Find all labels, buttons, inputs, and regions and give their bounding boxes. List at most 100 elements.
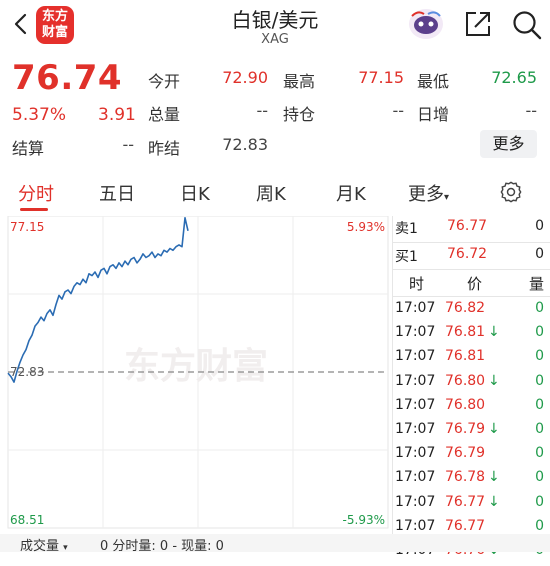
tick-down-arrow-icon: ↓ <box>488 493 500 510</box>
tick-time: 17:07 <box>395 517 436 534</box>
tick-price: 76.82 <box>445 300 486 316</box>
tick-price: 76.79 <box>445 421 486 437</box>
tick-qty: 0 <box>535 396 544 413</box>
tick-row: 17:07 76.81 0 <box>393 348 550 372</box>
tick-qty: 0 <box>535 517 544 534</box>
tick-price: 76.79 <box>445 445 486 462</box>
tick-price: 76.77 <box>445 517 486 534</box>
chart-watermark: 东方财富 <box>124 345 268 387</box>
tick-row: 17:07 76.79 0 <box>393 445 550 469</box>
tick-time: 17:07 <box>395 396 436 413</box>
bid-label: 买1 <box>395 249 418 265</box>
tick-qty: 0 <box>535 469 544 486</box>
divider <box>393 296 550 297</box>
change-amount: 3.91 <box>98 105 136 125</box>
assistant-avatar-icon[interactable] <box>408 8 444 40</box>
search-icon[interactable] <box>512 10 542 40</box>
tick-time: 17:07 <box>395 372 436 389</box>
tick-price: 76.78 <box>445 469 486 486</box>
volume-value: -- <box>256 101 268 120</box>
intraday-chart[interactable]: 东方财富 77.15 5.93% 72.83 68.51 -5.93% <box>0 216 392 542</box>
tick-row: 17:07 76.79 ↓ 0 <box>393 421 550 445</box>
tick-qty: 0 <box>535 324 544 341</box>
tick-row: 17:07 76.80 ↓ 0 <box>393 373 550 397</box>
daily-increase-label: 日增 <box>417 105 450 124</box>
low-value: 72.65 <box>491 68 537 87</box>
tab-intraday[interactable]: 分时 <box>18 180 54 206</box>
tick-qty: 0 <box>535 300 544 316</box>
indicator-values: 0 分时量: 0 - 现量: 0 <box>100 539 224 554</box>
share-icon[interactable] <box>464 10 492 38</box>
more-details-button[interactable]: 更多 <box>480 130 537 158</box>
tick-price: 76.81 <box>445 348 486 365</box>
tick-down-arrow-icon: ↓ <box>488 421 500 437</box>
bid-price: 76.72 <box>447 246 488 262</box>
bid-volume: 0 <box>535 246 544 262</box>
high-label: 最高 <box>283 72 316 91</box>
volume-indicator-select[interactable]: 成交量 ▾ <box>20 535 68 554</box>
tick-qty: 0 <box>535 372 544 389</box>
open-label: 今开 <box>148 72 181 91</box>
divider <box>393 269 550 270</box>
tick-qty: 0 <box>535 445 544 462</box>
tick-price: 76.81 <box>445 324 486 341</box>
tab-more[interactable]: 更多▾ <box>408 180 449 206</box>
y-axis-min-label: 68.51 <box>10 513 44 527</box>
tab-daily-k[interactable]: 日K <box>180 180 210 206</box>
tick-row: 17:07 76.77 ↓ 0 <box>393 494 550 518</box>
tick-qty: 0 <box>535 421 544 437</box>
tick-time: 17:07 <box>395 300 436 316</box>
y-axis-ref-label: 72.83 <box>10 365 44 379</box>
tab-weekly-k[interactable]: 周K <box>256 180 286 206</box>
y-axis-max-label: 77.15 <box>10 220 44 234</box>
high-value: 77.15 <box>358 68 404 87</box>
col-price: 价 <box>467 275 483 293</box>
active-tab-indicator <box>20 208 48 211</box>
tick-down-arrow-icon: ↓ <box>488 372 500 389</box>
settings-gear-icon[interactable] <box>500 181 522 203</box>
settlement-label: 结算 <box>12 139 45 158</box>
open-interest-value: -- <box>392 101 404 120</box>
volume-label: 总量 <box>148 105 181 124</box>
tick-time: 17:07 <box>395 445 436 462</box>
tick-qty: 0 <box>535 348 544 365</box>
trade-detail-panel: 卖1 76.77 0 买1 76.72 0 时 价 量 17:07 76.82 0 1… <box>393 216 550 558</box>
pct-axis-min-label: -5.93% <box>343 513 385 527</box>
open-interest-label: 持仓 <box>283 105 316 124</box>
ask-label: 卖1 <box>395 221 418 237</box>
daily-increase-value: -- <box>525 101 537 120</box>
ask-row: 卖1 76.77 0 <box>393 218 550 242</box>
pct-axis-max-label: 5.93% <box>347 220 385 234</box>
dropdown-caret-icon: ▾ <box>444 192 450 203</box>
col-time: 时 <box>409 275 425 293</box>
tab-five-day[interactable]: 五日 <box>99 180 135 206</box>
panel-separator <box>392 216 393 534</box>
tab-monthly-k[interactable]: 月K <box>336 180 366 206</box>
settlement-value: -- <box>122 135 134 154</box>
ticks-header: 时 价 量 <box>393 273 550 297</box>
ask-volume: 0 <box>535 218 544 234</box>
tick-time: 17:07 <box>395 469 436 486</box>
prev-settlement-value: 72.83 <box>222 135 268 154</box>
open-value: 72.90 <box>222 68 268 87</box>
change-percent: 5.37% <box>12 105 67 125</box>
tick-time: 17:07 <box>395 493 436 510</box>
prev-settlement-label: 昨结 <box>148 139 181 158</box>
bid-row: 买1 76.72 0 <box>393 246 550 270</box>
divider <box>393 242 550 243</box>
tick-qty: 0 <box>535 493 544 510</box>
indicator-bar: 成交量 ▾ 0 分时量: 0 - 现量: 0 <box>0 534 550 554</box>
col-qty: 量 <box>528 275 544 293</box>
tick-price: 76.80 <box>445 396 486 413</box>
tick-row: 17:07 76.82 0 <box>393 300 550 324</box>
last-price: 76.74 <box>12 58 123 98</box>
tick-time: 17:07 <box>395 421 436 437</box>
low-label: 最低 <box>417 72 450 91</box>
tick-down-arrow-icon: ↓ <box>488 469 500 486</box>
tab-more-label: 更多 <box>408 184 444 205</box>
tick-row: 17:07 76.78 ↓ 0 <box>393 469 550 493</box>
tick-row: 17:07 76.81 ↓ 0 <box>393 324 550 348</box>
tick-time: 17:07 <box>395 348 436 365</box>
ask-price: 76.77 <box>447 218 488 234</box>
tick-price: 76.77 <box>445 493 486 510</box>
